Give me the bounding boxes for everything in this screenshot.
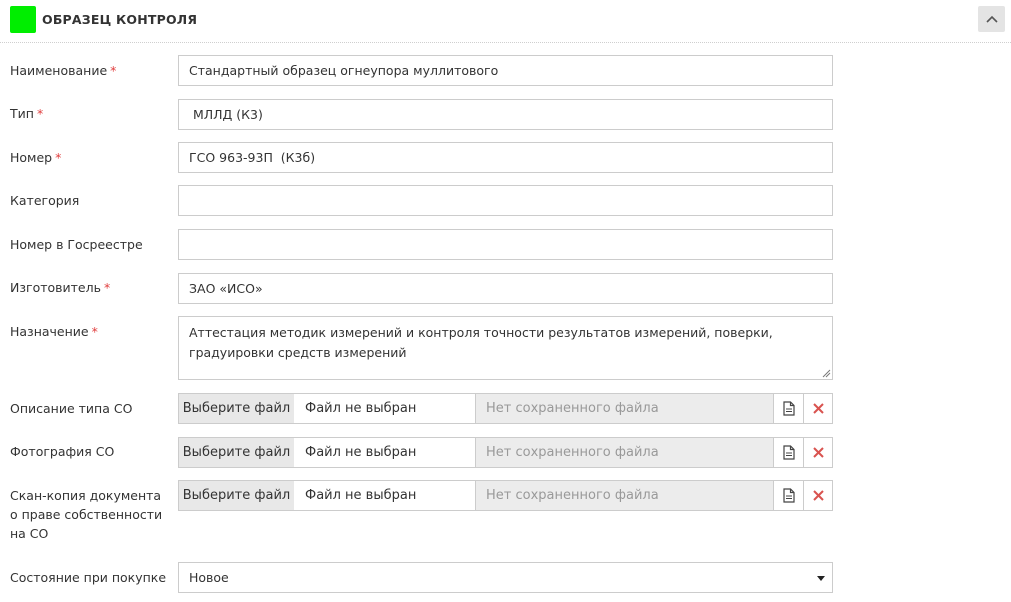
close-icon [812,447,824,458]
file-type-description-row: Выберите файл Файл не выбран Нет сохране… [178,393,833,424]
caret-down-icon [817,576,825,581]
panel-title: ОБРАЗЕЦ КОНТРОЛЯ [42,12,198,27]
required-mark: * [55,150,62,165]
document-icon [782,445,795,460]
type-input[interactable]: МЛЛД (К3) [178,99,833,130]
condition-select[interactable]: Новое [178,562,833,593]
required-mark: * [110,63,117,78]
file-photo-label: Фотография СО [10,444,115,459]
view-file-button[interactable] [773,393,804,424]
choose-file-button[interactable]: Выберите файл [178,437,295,468]
name-label: Наименование * [10,63,117,78]
close-icon [812,490,824,501]
registry-number-label: Номер в Госреестре [10,237,143,252]
purpose-label: Назначение * [10,324,98,339]
purpose-textarea[interactable]: Аттестация методик измерений и контроля … [178,316,833,380]
file-ownership-scan-label: Скан-копия документа о праве собственнос… [10,488,163,541]
panel-header: ОБРАЗЕЦ КОНТРОЛЯ [0,0,1011,43]
document-icon [782,488,795,503]
delete-file-button[interactable] [803,480,833,511]
file-type-description-label: Описание типа СО [10,401,133,416]
chosen-file-name: Файл не выбран [294,437,476,468]
type-label: Тип * [10,106,44,121]
required-mark: * [103,280,111,295]
number-label: Номер * [10,150,62,165]
category-label: Категория [10,193,80,208]
registry-number-input[interactable] [178,229,833,260]
saved-file-field: Нет сохраненного файла [476,480,774,511]
name-input[interactable]: Стандартный образец огнеупора муллитовог… [178,55,833,86]
view-file-button[interactable] [773,480,804,511]
category-input[interactable] [178,185,833,216]
delete-file-button[interactable] [803,437,833,468]
view-file-button[interactable] [773,437,804,468]
close-icon [812,403,824,414]
choose-file-button[interactable]: Выберите файл [178,393,295,424]
purpose-text: Аттестация методик измерений и контроля … [189,325,773,360]
file-ownership-scan-row: Выберите файл Файл не выбран Нет сохране… [178,480,833,511]
choose-file-button[interactable]: Выберите файл [178,480,295,511]
chevron-up-icon [985,15,998,23]
saved-file-field: Нет сохраненного файла [476,393,774,424]
chosen-file-name: Файл не выбран [294,480,476,511]
resize-grip-icon[interactable] [822,369,831,378]
condition-label: Состояние при покупке [10,570,167,585]
document-icon [782,401,795,416]
number-input[interactable]: ГСО 963-93П (К3б) [178,142,833,173]
chosen-file-name: Файл не выбран [294,393,476,424]
file-photo-row: Выберите файл Файл не выбран Нет сохране… [178,437,833,468]
saved-file-field: Нет сохраненного файла [476,437,774,468]
required-mark: * [36,106,44,121]
manufacturer-label: Изготовитель * [10,280,111,295]
delete-file-button[interactable] [803,393,833,424]
panel-color-marker [10,6,36,33]
collapse-button[interactable] [978,6,1005,32]
manufacturer-input[interactable]: ЗАО «ИСО» [178,273,833,304]
required-mark: * [91,324,98,339]
condition-selected-value: Новое [189,570,229,585]
